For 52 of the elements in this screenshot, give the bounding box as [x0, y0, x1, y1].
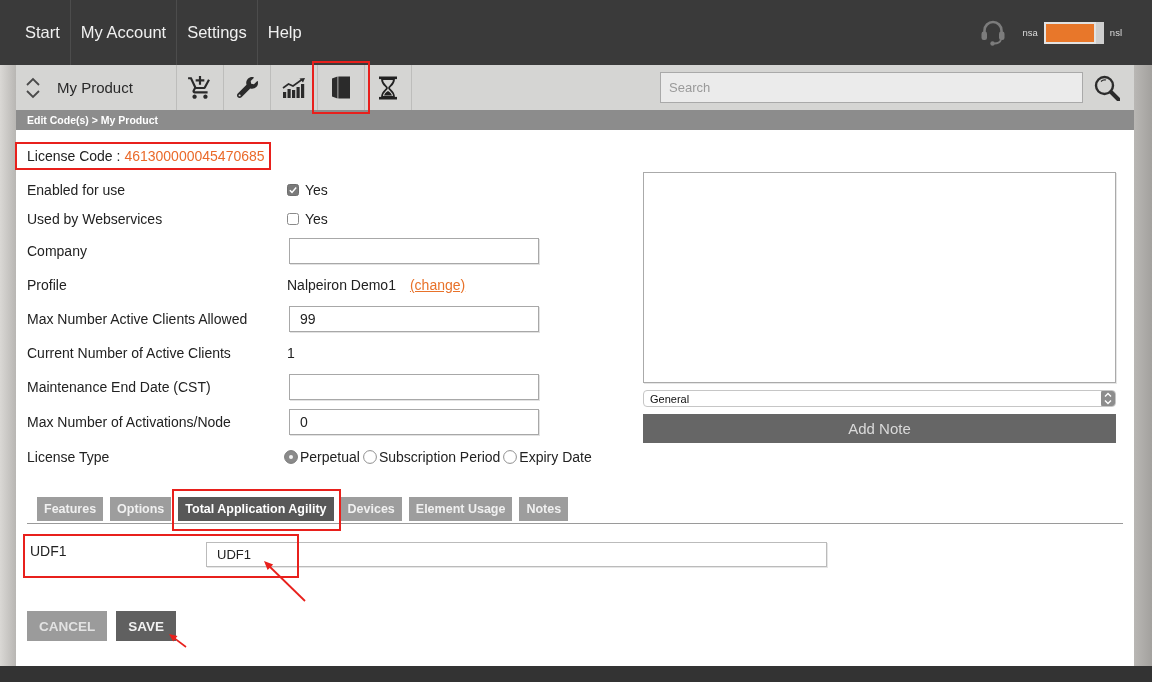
license-code-label: License Code : [27, 147, 121, 164]
option-label: Subscription Period [378, 449, 501, 465]
nav-link[interactable]: Help [257, 0, 312, 65]
option-label: Perpetual [300, 449, 360, 465]
field-label: UDF1 [29, 542, 68, 559]
search-field[interactable]: Search [660, 72, 1083, 103]
radio-button[interactable] [284, 450, 298, 464]
tab[interactable]: Total Application Agility [178, 497, 334, 521]
book-icon [332, 76, 350, 99]
text-field[interactable]: 99 [289, 305, 539, 332]
search-icon [1094, 74, 1120, 101]
cart-plus-icon [187, 74, 213, 101]
option-label: Yes [305, 181, 328, 198]
profile-value: Nalpeiron Demo1 [287, 276, 396, 293]
option-label: Yes [305, 210, 328, 227]
radio-button[interactable] [503, 450, 518, 464]
field-label: Profile [27, 276, 68, 293]
product-name: My Product [57, 79, 133, 96]
hourglass-icon [378, 75, 398, 100]
breadcrumb: Edit Code(s) > My Product [16, 110, 1134, 130]
checkbox[interactable] [287, 212, 299, 225]
field-label: Max Number Active Clients Allowed [27, 310, 249, 327]
field-label: License Type [27, 449, 111, 465]
switch-label: nsl [1109, 27, 1122, 38]
field-label: Max Number of Activations/Node [27, 413, 232, 430]
wrench-icon [236, 77, 258, 98]
category-select[interactable]: General [643, 390, 1116, 407]
radio-button[interactable] [362, 450, 377, 464]
license-code-value: 461300000045470685 [124, 147, 265, 164]
text-field[interactable] [289, 373, 539, 400]
text-field[interactable] [289, 237, 539, 264]
option-label: Expiry Date [519, 449, 592, 465]
switch-label: nsa [1022, 27, 1038, 38]
checkbox[interactable] [287, 183, 299, 196]
search-button[interactable] [1094, 74, 1120, 101]
field-label: Company [27, 242, 88, 259]
headset-icon[interactable] [979, 19, 1006, 46]
annotation-frame [312, 61, 370, 114]
text-field[interactable]: UDF1 [206, 542, 827, 567]
save-button[interactable]: SAVE [116, 611, 176, 641]
up-down-arrows-icon [1101, 391, 1115, 406]
text-field[interactable]: 0 [289, 408, 539, 435]
add-note-button[interactable]: Add Note [643, 414, 1116, 443]
field-label: Enabled for use [27, 181, 127, 198]
field-label: Current Number of Active Clients [27, 344, 232, 361]
annotation-arrow [166, 631, 188, 649]
up-down-chevron-icon[interactable] [25, 76, 41, 99]
field-label: Used by Webservices [27, 210, 164, 227]
field-label: Maintenance End Date (CST) [27, 378, 212, 395]
field-value: 1 [287, 344, 295, 361]
bar-chart-icon [282, 77, 306, 98]
toggle-switch[interactable] [1043, 21, 1104, 44]
